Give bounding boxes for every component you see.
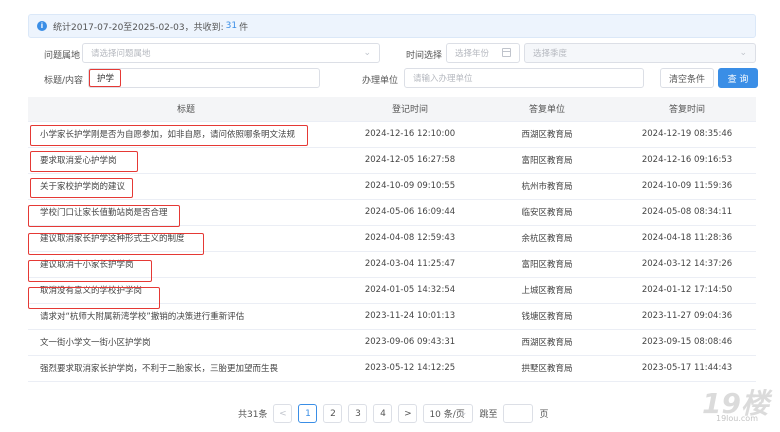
page-1-button[interactable]: 1 (298, 404, 318, 423)
row-title[interactable]: 文一街小学文一街小区护学岗 (28, 329, 344, 356)
row-reg-time: 2024-03-04 11:25:47 (344, 251, 476, 278)
table-row[interactable]: 请求对“杭师大附属新湾学校”撤销的决策进行重新评估 2023-11-24 10:… (28, 303, 756, 330)
row-reply-time: 2024-10-09 11:59:36 (618, 173, 756, 200)
prev-page-button[interactable]: < (273, 404, 293, 423)
title-input-value: 护学 (97, 74, 115, 84)
table-header-row: 标题 登记时间 答复单位 答复时间 (28, 97, 756, 122)
row-reply-unit: 西湖区教育局 (476, 121, 618, 148)
row-reg-time: 2024-04-08 12:59:43 (344, 225, 476, 252)
results-table: 标题 登记时间 答复单位 答复时间 小学家长护学刚是否为自愿参加，如非自愿，请问… (28, 97, 756, 382)
page-size-select[interactable]: 10 条/页 ⌄ (423, 404, 474, 423)
next-page-button[interactable]: > (398, 404, 418, 423)
row-reg-time: 2024-05-06 16:09:44 (344, 199, 476, 226)
row-reply-time: 2024-12-16 09:16:53 (618, 147, 756, 174)
watermark: 19楼 19lou.com (702, 382, 772, 426)
info-icon: i (37, 21, 47, 31)
title-label: 标题/内容 (44, 76, 84, 86)
notice-count: 31 (225, 21, 238, 31)
header-reply-time: 答复时间 (618, 97, 756, 122)
table-row[interactable]: 取消没有意义的学校护学岗 2024-01-05 14:32:54 上城区教育局 … (28, 277, 756, 304)
unit-input[interactable]: 请输入办理单位 (404, 68, 644, 88)
row-reply-time: 2024-04-18 11:28:36 (618, 225, 756, 252)
watermark-url: 19lou.com (716, 414, 758, 423)
row-reply-time: 2024-12-19 08:35:46 (618, 121, 756, 148)
table-row[interactable]: 强烈要求取消家长护学岗，不利于二胎家长，三胎更加望而生畏 2023-05-12 … (28, 355, 756, 382)
title-input[interactable]: 护学 (88, 68, 320, 88)
row-title[interactable]: 建议取消十小家长护学岗 (28, 251, 344, 278)
row-reply-unit: 余杭区教育局 (476, 225, 618, 252)
notice-bar: i 统计2017-07-20至2025-02-03，共收到: 31 件 (28, 14, 756, 38)
row-reg-time: 2024-10-09 09:10:55 (344, 173, 476, 200)
chevron-down-icon: ⌄ (363, 48, 371, 58)
row-reply-time: 2024-05-08 08:34:11 (618, 199, 756, 226)
notice-prefix: 统计2017-07-20至2025-02-03，共收到: (53, 22, 224, 33)
header-reg-time: 登记时间 (344, 97, 476, 122)
calendar-icon (502, 48, 511, 57)
table-row[interactable]: 建议取消家长护学这种形式主义的制度 2024-04-08 12:59:43 余杭… (28, 225, 756, 252)
row-reg-time: 2024-12-16 12:10:00 (344, 121, 476, 148)
row-reg-time: 2023-09-06 09:43:31 (344, 329, 476, 356)
total-count: 共31条 (238, 410, 268, 420)
row-reply-unit: 钱塘区教育局 (476, 303, 618, 330)
row-reply-unit: 富阳区教育局 (476, 147, 618, 174)
row-reply-time: 2023-05-17 11:44:43 (618, 355, 756, 382)
chevron-down-icon: ⌄ (739, 48, 747, 58)
goto-page-input[interactable] (503, 404, 534, 423)
year-placeholder: 选择年份 (455, 49, 490, 59)
row-reply-time: 2023-09-15 08:08:46 (618, 329, 756, 356)
row-title[interactable]: 取消没有意义的学校护学岗 (28, 277, 344, 304)
row-reply-unit: 临安区教育局 (476, 199, 618, 226)
season-placeholder: 选择季度 (533, 49, 568, 59)
category-label: 问题属地 (44, 51, 81, 61)
row-reply-unit: 拱墅区教育局 (476, 355, 618, 382)
row-reply-time: 2024-03-12 14:37:26 (618, 251, 756, 278)
page-2-button[interactable]: 2 (323, 404, 343, 423)
row-reply-time: 2023-11-27 09:04:36 (618, 303, 756, 330)
row-reg-time: 2023-05-12 14:12:25 (344, 355, 476, 382)
row-title[interactable]: 强烈要求取消家长护学岗，不利于二胎家长，三胎更加望而生畏 (28, 355, 344, 382)
season-select[interactable]: 选择季度 ⌄ (524, 43, 756, 63)
table-row[interactable]: 文一街小学文一街小区护学岗 2023-09-06 09:43:31 西湖区教育局… (28, 329, 756, 356)
row-reply-time: 2024-01-12 17:14:50 (618, 277, 756, 304)
page-3-button[interactable]: 3 (348, 404, 368, 423)
pagination: 共31条 < 1 2 3 4 > 10 条/页 ⌄ 跳至 页 (238, 404, 548, 423)
category-placeholder: 请选择问题属地 (91, 49, 151, 59)
clear-button[interactable]: 清空条件 (660, 68, 714, 88)
row-reply-unit: 西湖区教育局 (476, 329, 618, 356)
row-title[interactable]: 建议取消家长护学这种形式主义的制度 (28, 225, 344, 252)
goto-label: 跳至 (479, 410, 498, 420)
category-select[interactable]: 请选择问题属地 ⌄ (82, 43, 380, 63)
row-title[interactable]: 关于家校护学岗的建议 (28, 173, 344, 200)
search-button[interactable]: 查 询 (718, 68, 758, 88)
row-title[interactable]: 要求取消爱心护学岗 (28, 147, 344, 174)
table-row[interactable]: 要求取消爱心护学岗 2024-12-05 16:27:58 富阳区教育局 202… (28, 147, 756, 174)
header-reply-unit: 答复单位 (476, 97, 618, 122)
row-reply-unit: 杭州市教育局 (476, 173, 618, 200)
unit-label: 办理单位 (362, 76, 399, 86)
time-label: 时间选择 (406, 51, 443, 61)
row-reg-time: 2024-12-05 16:27:58 (344, 147, 476, 174)
header-title: 标题 (28, 97, 344, 122)
row-reg-time: 2024-01-05 14:32:54 (344, 277, 476, 304)
chevron-down-icon: ⌄ (459, 408, 468, 418)
row-title[interactable]: 小学家长护学刚是否为自愿参加，如非自愿，请问依照哪条明文法规 (28, 121, 344, 148)
table-row[interactable]: 建议取消十小家长护学岗 2024-03-04 11:25:47 富阳区教育局 2… (28, 251, 756, 278)
row-title[interactable]: 请求对“杭师大附属新湾学校”撤销的决策进行重新评估 (28, 303, 344, 330)
table-row[interactable]: 学校门口让家长值勤站岗是否合理 2024-05-06 16:09:44 临安区教… (28, 199, 756, 226)
row-reg-time: 2023-11-24 10:01:13 (344, 303, 476, 330)
row-reply-unit: 富阳区教育局 (476, 251, 618, 278)
row-title[interactable]: 学校门口让家长值勤站岗是否合理 (28, 199, 344, 226)
row-reply-unit: 上城区教育局 (476, 277, 618, 304)
goto-suffix: 页 (539, 410, 549, 420)
year-picker[interactable]: 选择年份 (446, 43, 520, 63)
table-row[interactable]: 关于家校护学岗的建议 2024-10-09 09:10:55 杭州市教育局 20… (28, 173, 756, 200)
notice-suffix: 件 (239, 22, 249, 33)
page-4-button[interactable]: 4 (373, 404, 393, 423)
table-row[interactable]: 小学家长护学刚是否为自愿参加，如非自愿，请问依照哪条明文法规 2024-12-1… (28, 121, 756, 148)
unit-placeholder: 请输入办理单位 (413, 74, 473, 84)
